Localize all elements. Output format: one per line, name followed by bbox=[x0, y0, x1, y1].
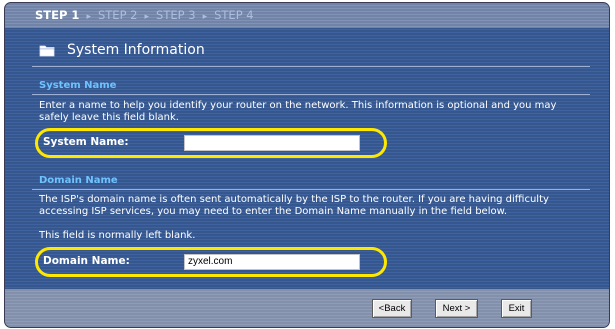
step-4: STEP 4 bbox=[214, 8, 254, 22]
domain-name-heading: Domain Name bbox=[39, 175, 118, 186]
system-name-heading: System Name bbox=[39, 80, 117, 91]
domain-name-label: Domain Name: bbox=[43, 255, 130, 267]
folder-icon bbox=[39, 44, 55, 57]
domain-name-note: This field is normally left blank. bbox=[39, 230, 196, 241]
system-name-input[interactable] bbox=[184, 135, 360, 151]
step-separator-icon: ▸ bbox=[86, 12, 91, 22]
page-title: System Information bbox=[67, 42, 205, 58]
step-2: STEP 2 bbox=[97, 8, 138, 22]
step-separator-icon: ▸ bbox=[202, 12, 208, 22]
step-3: STEP 3 bbox=[156, 8, 196, 22]
button-bar: <Back Next > Exit bbox=[5, 289, 609, 327]
domain-name-row: Domain Name: bbox=[43, 255, 130, 267]
divider bbox=[32, 189, 590, 190]
wizard-window: STEP 1 ▸ STEP 2 ▸ STEP 3 ▸ STEP 4 System… bbox=[4, 2, 610, 328]
domain-name-description: The ISP's domain name is often sent auto… bbox=[39, 194, 549, 217]
back-button[interactable]: <Back bbox=[372, 299, 412, 318]
domain-name-input[interactable]: zyxel.com bbox=[184, 254, 360, 270]
divider bbox=[32, 66, 590, 67]
divider bbox=[32, 94, 590, 95]
next-button[interactable]: Next > bbox=[435, 299, 478, 318]
system-name-description: Enter a name to help you identify your r… bbox=[39, 100, 557, 123]
system-name-row: System Name: bbox=[43, 136, 129, 148]
system-name-label: System Name: bbox=[43, 136, 129, 148]
page-title-row: System Information bbox=[39, 40, 205, 60]
step-indicator: STEP 1 ▸ STEP 2 ▸ STEP 3 ▸ STEP 4 bbox=[5, 3, 609, 28]
step-1: STEP 1 bbox=[35, 8, 80, 22]
exit-button[interactable]: Exit bbox=[501, 299, 532, 318]
step-separator-icon: ▸ bbox=[144, 12, 150, 22]
